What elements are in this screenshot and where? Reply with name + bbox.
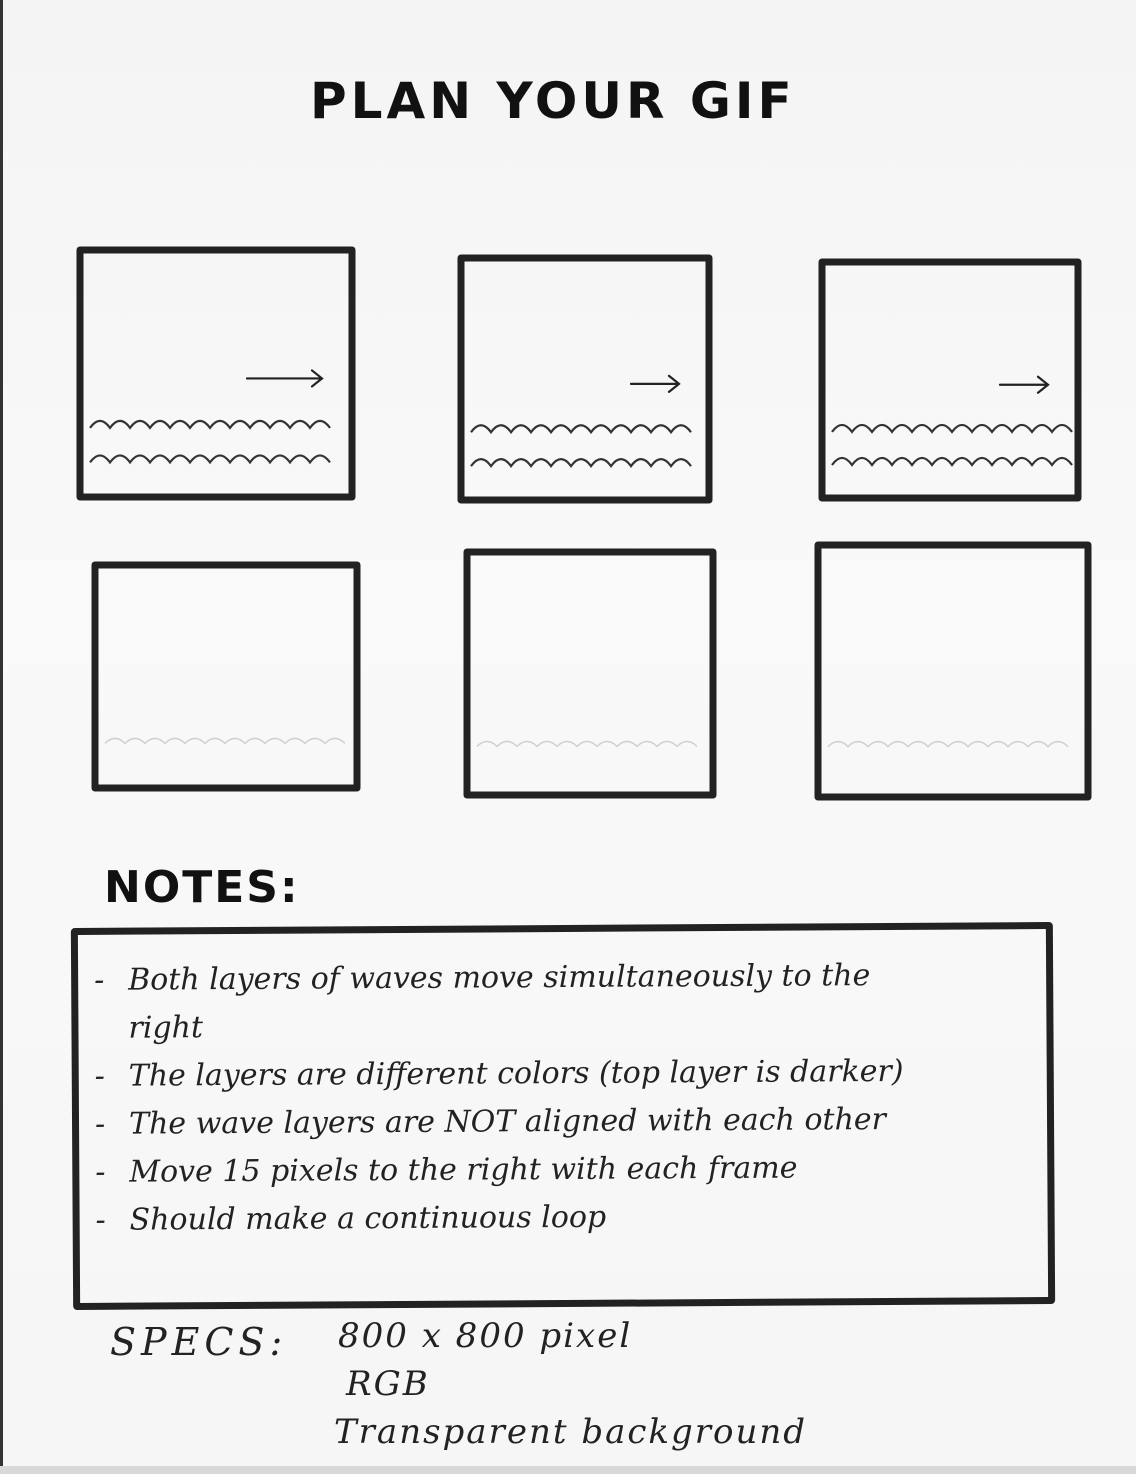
notes-item: - Should make a continuous loop bbox=[95, 1191, 1047, 1245]
right-arrow-icon bbox=[998, 375, 1050, 394]
page-bottom-edge bbox=[0, 1466, 1136, 1474]
frame-2 bbox=[457, 254, 713, 504]
notes-item-text: Both layers of waves move simultaneously… bbox=[128, 958, 871, 1046]
notes-item: - The layers are different colors (top l… bbox=[95, 1047, 1047, 1101]
spec-color-mode: RGB bbox=[346, 1364, 430, 1404]
specs-label: SPECS: bbox=[110, 1320, 288, 1364]
bottom-wave-layer bbox=[831, 456, 1073, 467]
top-wave-layer bbox=[831, 423, 1073, 434]
bottom-wave-layer bbox=[89, 454, 331, 465]
bullet-dash: - bbox=[94, 1058, 105, 1094]
spec-background: Transparent background bbox=[334, 1412, 808, 1452]
erased-sketch bbox=[827, 740, 1069, 748]
notes-heading: NOTES: bbox=[104, 862, 300, 913]
right-arrow-icon bbox=[629, 374, 681, 393]
bullet-dash: - bbox=[94, 962, 105, 998]
bullet-dash: - bbox=[94, 1106, 106, 1142]
right-arrow-icon bbox=[245, 369, 324, 388]
frame-5 bbox=[463, 548, 717, 799]
top-wave-layer bbox=[470, 424, 692, 435]
bottom-wave-layer bbox=[470, 458, 692, 469]
notes-item-text: Move 15 pixels to the right with each fr… bbox=[129, 1150, 798, 1190]
notes-item-text: The wave layers are NOT aligned with eac… bbox=[128, 1102, 887, 1142]
erased-sketch bbox=[104, 737, 346, 745]
notes-list: - Both layers of waves move simultaneous… bbox=[78, 929, 1048, 1245]
frame-border bbox=[463, 548, 717, 799]
bullet-dash: - bbox=[95, 1202, 106, 1238]
notes-item-text: Should make a continuous loop bbox=[129, 1199, 607, 1238]
spec-dimensions: 800 x 800 pixel bbox=[338, 1316, 633, 1356]
notes-item: - The wave layers are NOT aligned with e… bbox=[95, 1095, 1047, 1149]
notes-box: - Both layers of waves move simultaneous… bbox=[70, 922, 1056, 1310]
frame-1 bbox=[76, 246, 356, 501]
gif-plan-sheet: PLAN YOUR GIF NOTES: - Both layers of wa… bbox=[0, 0, 1136, 1474]
frame-3 bbox=[818, 258, 1082, 502]
top-wave-layer bbox=[89, 419, 331, 430]
notes-item-text: The layers are different colors (top lay… bbox=[128, 1053, 904, 1094]
frame-border bbox=[814, 541, 1092, 801]
storyboard-frames bbox=[76, 246, 1092, 801]
erased-sketch bbox=[476, 740, 698, 748]
frame-border bbox=[91, 561, 361, 792]
notes-item: - Move 15 pixels to the right with each … bbox=[95, 1143, 1047, 1197]
frame-6 bbox=[814, 541, 1092, 801]
frame-4 bbox=[91, 561, 361, 792]
notes-item: - Both layers of waves move simultaneous… bbox=[94, 951, 1047, 1053]
bullet-dash: - bbox=[95, 1154, 106, 1190]
